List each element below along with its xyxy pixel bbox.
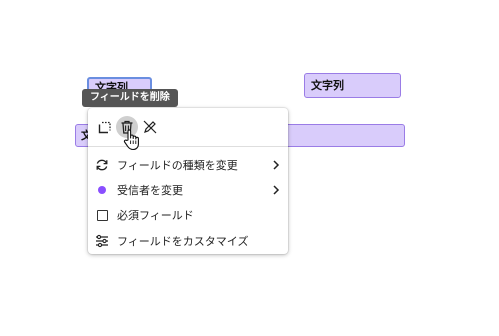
duplicate-button[interactable] [94, 116, 116, 138]
disable-edit-button[interactable] [139, 116, 161, 138]
chevron-right-icon [273, 185, 280, 195]
menu-item-customize-field[interactable]: フィールドをカスタマイズ [88, 229, 288, 253]
menu-item-label: 必須フィールド [117, 209, 194, 222]
recipient-dot-icon [95, 183, 109, 197]
menu-divider [88, 146, 288, 147]
unlink-pen-icon [143, 120, 157, 134]
menu-item-change-field-type[interactable]: フィールドの種類を変更 [88, 153, 288, 177]
text-field[interactable]: 文字列 [304, 73, 401, 98]
required-checkbox[interactable] [95, 208, 109, 222]
menu-item-label: フィールドの種類を変更 [117, 159, 238, 172]
menu-item-change-recipient[interactable]: 受信者を変更 [88, 178, 288, 202]
sliders-icon [95, 234, 109, 248]
field-context-menu: フィールドの種類を変更 受信者を変更 必須フィールド フィールドをカスタマイズ [88, 108, 288, 254]
duplicate-icon [98, 121, 111, 134]
menu-item-label: フィールドをカスタマイズ [117, 235, 249, 248]
menu-item-label: 受信者を変更 [117, 184, 183, 197]
hand-cursor-icon [123, 129, 139, 151]
chevron-right-icon [273, 160, 280, 170]
delete-field-tooltip: フィールドを削除 [82, 89, 178, 107]
menu-item-required-field[interactable]: 必須フィールド [88, 203, 288, 227]
refresh-icon [95, 158, 109, 172]
field-toolbar [88, 108, 288, 146]
